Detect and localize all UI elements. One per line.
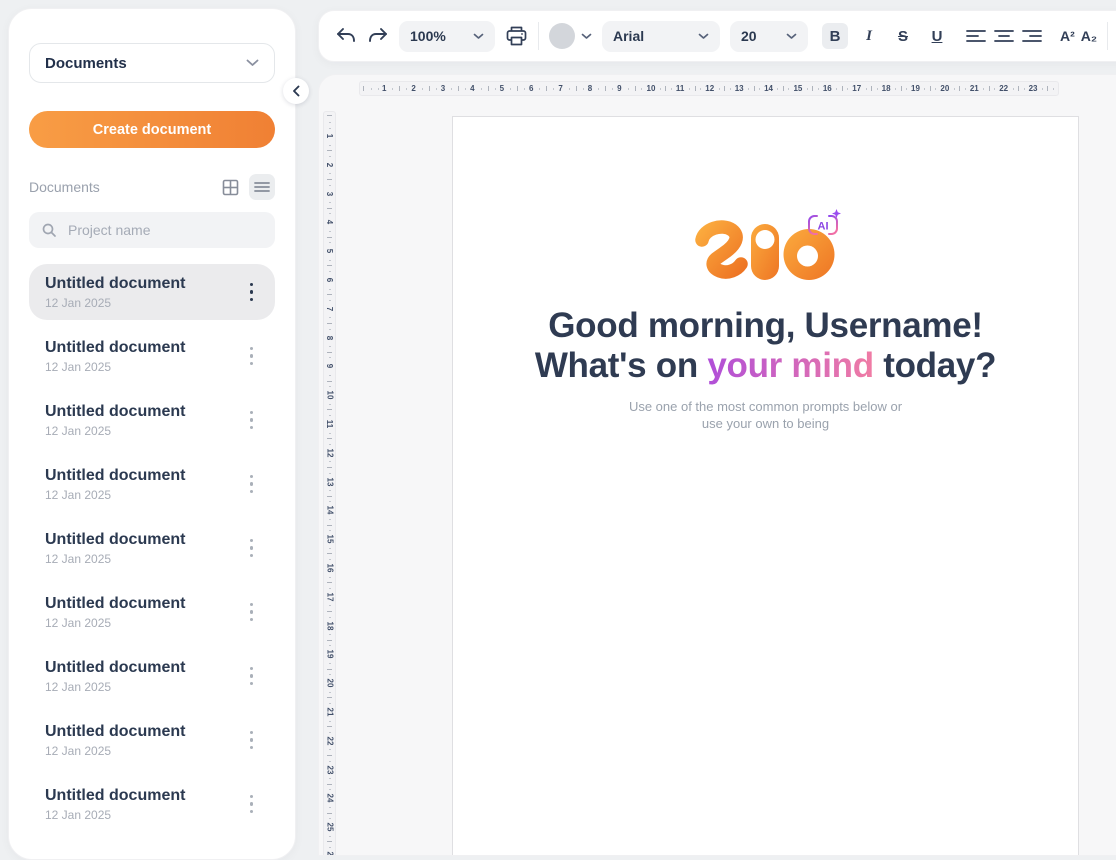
document-list-item[interactable]: Untitled document 12 Jan 2025 [29,584,275,640]
redo-icon[interactable] [367,27,389,45]
logo-letter-o [783,229,834,280]
italic-button[interactable]: I [856,23,882,49]
document-date: 12 Jan 2025 [45,360,185,374]
editor-canvas: 1234567891011121314151617181920212223 12… [318,74,1116,856]
greeting-line1: Good morning, Username! [453,306,1078,346]
chevron-down-icon [786,33,797,40]
subscript-button[interactable]: A₂ [1081,28,1097,44]
documents-type-selector[interactable]: Documents [29,43,275,83]
document-list-item[interactable]: Untitled document 12 Jan 2025 [29,776,275,832]
document-options-kebab-icon[interactable] [244,791,260,818]
ai-badge-label: AI [817,221,828,233]
document-list-item[interactable]: Untitled document 12 Jan 2025 [29,648,275,704]
document-options-kebab-icon[interactable] [244,663,260,690]
document-list-item[interactable]: Untitled document 12 Jan 2025 [29,520,275,576]
zio-logo: AI [690,209,842,284]
document-date: 12 Jan 2025 [45,680,185,694]
font-family-value: Arial [613,28,644,44]
grid-view-icon[interactable] [217,174,243,200]
align-left-icon[interactable] [966,29,986,43]
text-color-picker[interactable] [549,23,592,49]
bold-button[interactable]: B [822,23,848,49]
document-date: 12 Jan 2025 [45,552,185,566]
document-date: 12 Jan 2025 [45,616,185,630]
greeting-line2: What's on your mind today? [453,346,1078,386]
sidebar-collapse-button[interactable] [283,78,309,104]
document-date: 12 Jan 2025 [45,808,185,822]
toolbar-divider [1107,22,1108,50]
zoom-level-dropdown[interactable]: 100% [399,21,495,52]
underline-button[interactable]: U [924,23,950,49]
font-family-dropdown[interactable]: Arial [602,21,720,52]
document-options-kebab-icon[interactable] [244,471,260,498]
document-list-item[interactable]: Untitled document 12 Jan 2025 [29,392,275,448]
text-color-swatch [549,23,575,49]
greeting-highlight: your mind [707,346,873,385]
document-options-kebab-icon[interactable] [244,407,260,434]
document-title: Untitled document [45,786,185,805]
list-view-icon[interactable] [249,174,275,200]
document-list-item[interactable]: Untitled document 12 Jan 2025 [29,264,275,320]
align-right-icon[interactable] [1022,29,1042,43]
printer-icon[interactable] [505,25,528,47]
document-options-kebab-icon[interactable] [244,599,260,626]
documents-list-header: Documents [29,174,275,200]
create-document-button[interactable]: Create document [29,111,275,148]
document-title: Untitled document [45,530,185,549]
document-date: 12 Jan 2025 [45,488,185,502]
chevron-left-icon [292,85,300,97]
align-center-icon[interactable] [994,29,1014,43]
document-options-kebab-icon[interactable] [244,279,260,306]
selector-label: Documents [45,55,127,72]
font-size-value: 20 [741,28,757,44]
document-date: 12 Jan 2025 [45,296,185,310]
document-title: Untitled document [45,658,185,677]
document-list-item[interactable]: Untitled document 12 Jan 2025 [29,328,275,384]
strikethrough-button[interactable]: S [890,23,916,49]
project-search [29,212,275,248]
greeting-heading: Good morning, Username! What's on your m… [453,306,1078,386]
search-icon [41,222,57,238]
editor-toolbar: 100% Arial 20 B I S U A² A₂ [318,10,1116,62]
toolbar-divider [538,22,539,50]
logo-letter-z [702,227,741,272]
chevron-down-icon [581,33,592,40]
undo-icon[interactable] [335,27,357,45]
vertical-ruler: 1234567891011121314151617181920212223242… [323,111,336,856]
greeting-subtitle: Use one of the most common prompts below… [453,398,1078,432]
horizontal-ruler: 1234567891011121314151617181920212223 [359,81,1059,96]
logo-letter-i [751,224,779,280]
document-date: 12 Jan 2025 [45,744,185,758]
document-list-item[interactable]: Untitled document 12 Jan 2025 [29,456,275,512]
document-title: Untitled document [45,402,185,421]
document-title: Untitled document [45,338,185,357]
chevron-down-icon [698,33,709,40]
font-size-dropdown[interactable]: 20 [730,21,808,52]
search-input[interactable] [66,221,263,239]
document-title: Untitled document [45,466,185,485]
document-list-item[interactable]: Untitled document 12 Jan 2025 [29,712,275,768]
document-options-kebab-icon[interactable] [244,535,260,562]
document-title: Untitled document [45,594,185,613]
document-options-kebab-icon[interactable] [244,343,260,370]
chevron-down-icon [246,59,259,67]
document-page[interactable]: AI Good morning, Username! What's on you… [452,116,1079,856]
documents-list-label: Documents [29,179,100,195]
document-options-kebab-icon[interactable] [244,727,260,754]
document-title: Untitled document [45,274,185,293]
zoom-level-value: 100% [410,28,446,44]
chevron-down-icon [473,33,484,40]
superscript-button[interactable]: A² [1060,28,1075,44]
view-toggles [217,174,275,200]
documents-list: Untitled document 12 Jan 2025 Untitled d… [29,264,275,832]
document-date: 12 Jan 2025 [45,424,185,438]
documents-sidebar: Documents Create document Documents Unti… [8,8,296,860]
document-title: Untitled document [45,722,185,741]
